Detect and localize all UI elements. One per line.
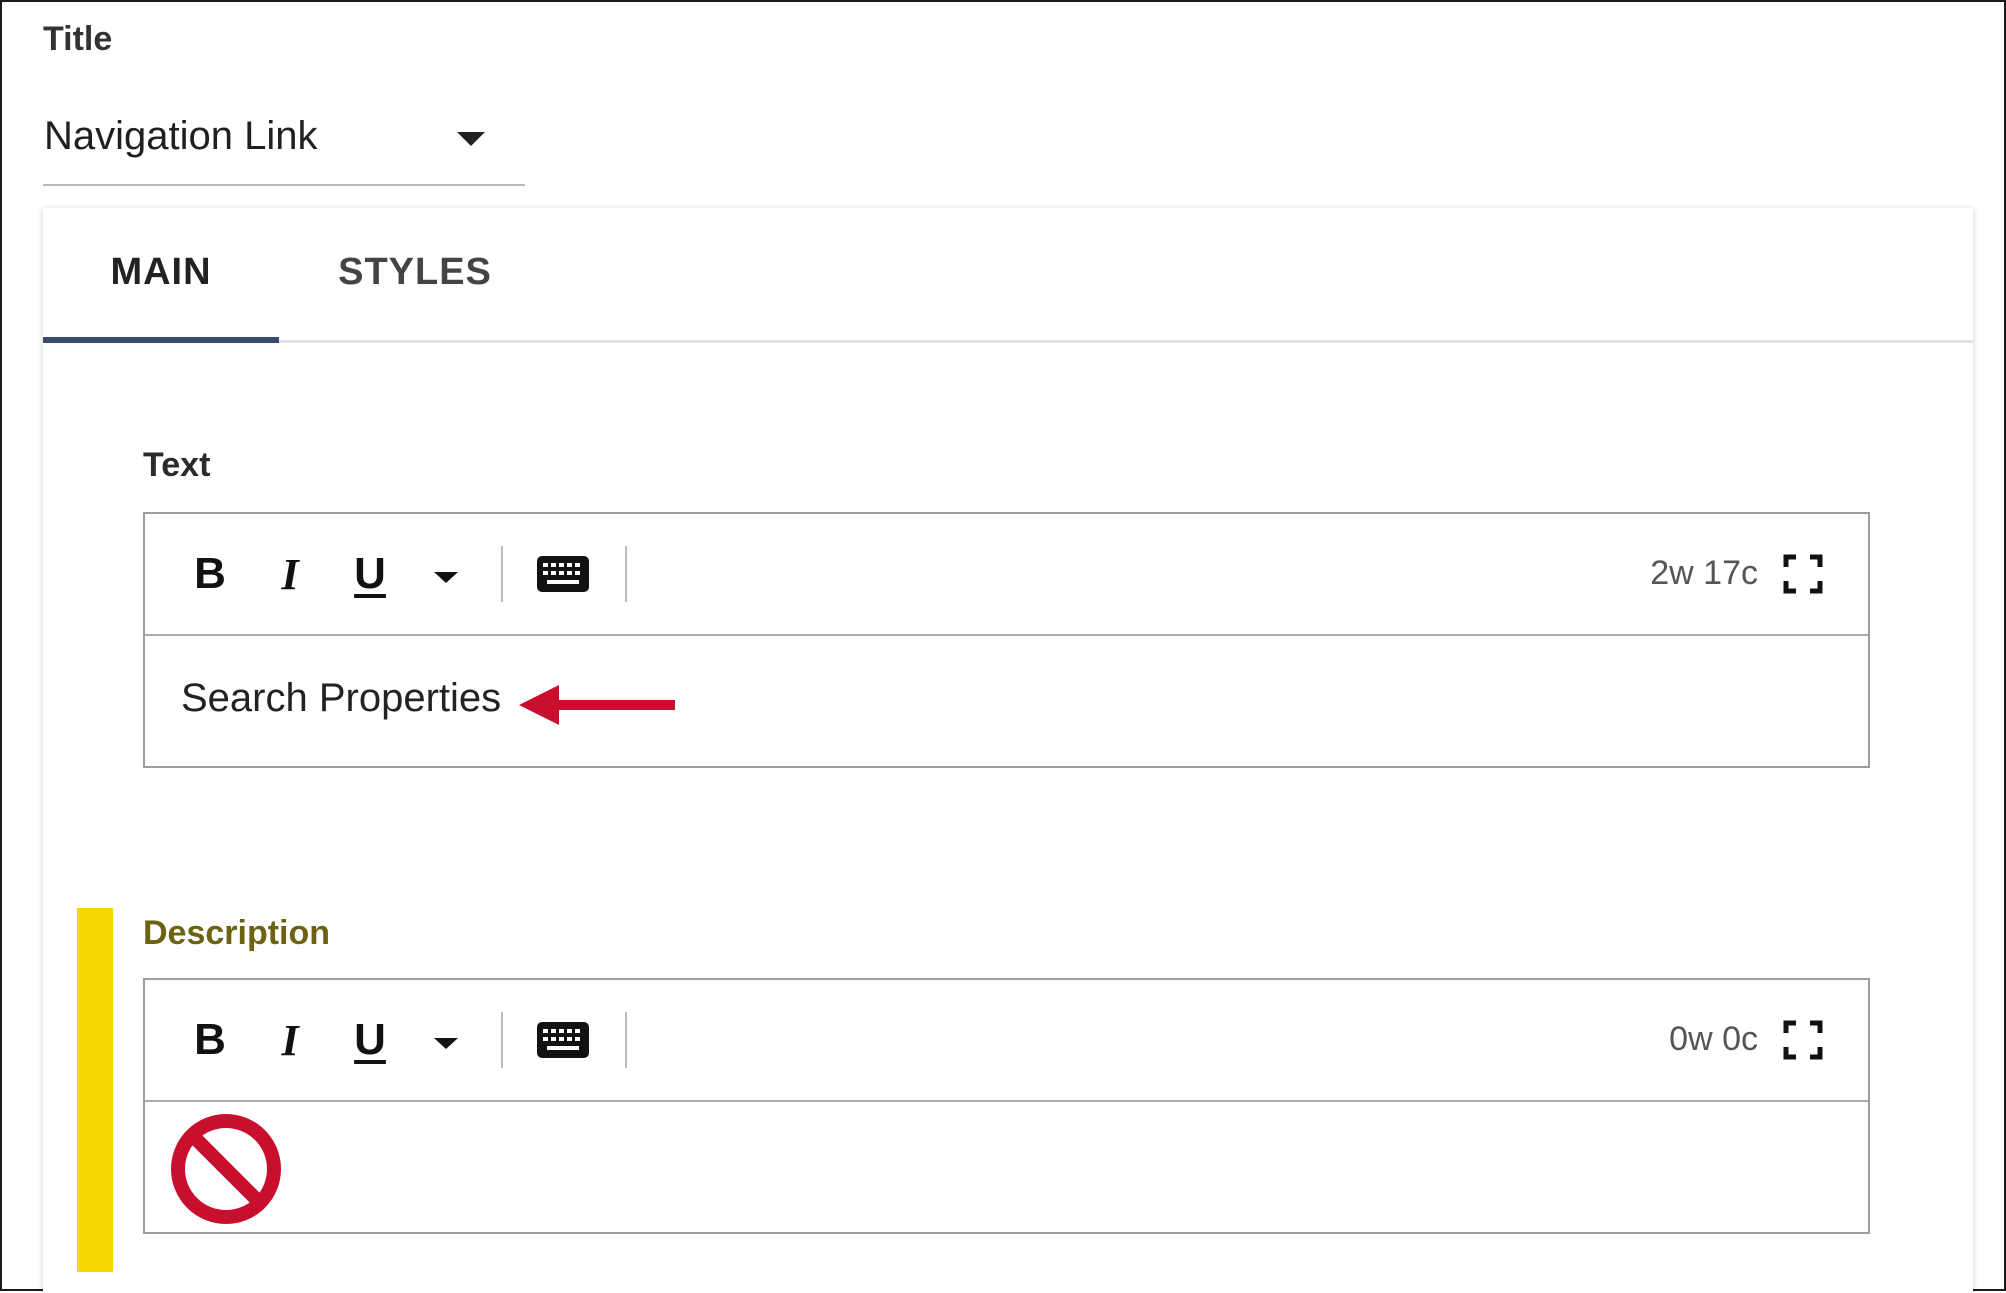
more-formatting-button[interactable]: [421, 544, 471, 604]
active-tab-indicator: [43, 337, 279, 343]
fullscreen-button[interactable]: [1781, 1010, 1825, 1070]
caret-down-icon: [434, 571, 458, 583]
caret-down-icon: [434, 1037, 458, 1049]
keyboard-icon: [537, 1022, 589, 1058]
underline-button[interactable]: U: [345, 1010, 395, 1070]
text-editor: B I U 2w 17c Search Properties: [143, 512, 1870, 768]
underline-button[interactable]: U: [345, 544, 395, 604]
arrow-left-icon: [519, 685, 675, 725]
editor-window: Title Navigation Link MAIN STYLES Text B…: [0, 0, 2006, 1293]
bold-button[interactable]: B: [185, 1010, 235, 1070]
title-select-value: Navigation Link: [44, 114, 318, 158]
component-panel: MAIN STYLES Text B I U 2w 17c Search Pro…: [43, 208, 1973, 1293]
title-field-label: Title: [43, 20, 113, 58]
toolbar-divider: [625, 546, 627, 602]
description-field-label: Description: [143, 914, 331, 952]
italic-button[interactable]: I: [265, 544, 315, 604]
keyboard-icon: [537, 556, 589, 592]
bold-button[interactable]: B: [185, 544, 235, 604]
word-char-counter: 2w 17c: [1650, 554, 1758, 592]
fullscreen-button[interactable]: [1781, 544, 1825, 604]
special-characters-button[interactable]: [535, 544, 591, 604]
fullscreen-icon: [1783, 554, 1823, 594]
fullscreen-icon: [1783, 1020, 1823, 1060]
toolbar-divider: [501, 1012, 503, 1068]
caret-down-icon: [457, 132, 485, 146]
text-editor-value: Search Properties: [181, 676, 502, 720]
word-char-counter: 0w 0c: [1669, 1020, 1758, 1058]
text-editor-toolbar: B I U 2w 17c: [145, 514, 1868, 636]
toolbar-divider: [501, 546, 503, 602]
prohibited-icon: [171, 1114, 281, 1224]
text-field-label: Text: [143, 446, 211, 484]
description-editor: B I U 0w 0c: [143, 978, 1870, 1234]
special-characters-button[interactable]: [535, 1010, 591, 1070]
toolbar-divider: [625, 1012, 627, 1068]
tab-styles-label: STYLES: [338, 251, 492, 293]
tab-main[interactable]: MAIN: [43, 208, 279, 343]
text-editor-content[interactable]: Search Properties: [145, 636, 1868, 766]
tab-bar: MAIN STYLES: [43, 208, 1973, 343]
highlight-bar: [77, 908, 113, 1272]
tab-main-label: MAIN: [110, 251, 212, 293]
description-editor-content[interactable]: [145, 1102, 1868, 1232]
tab-styles[interactable]: STYLES: [315, 208, 515, 340]
title-select[interactable]: Navigation Link: [43, 102, 525, 186]
description-editor-toolbar: B I U 0w 0c: [145, 980, 1868, 1102]
more-formatting-button[interactable]: [421, 1010, 471, 1070]
italic-button[interactable]: I: [265, 1010, 315, 1070]
